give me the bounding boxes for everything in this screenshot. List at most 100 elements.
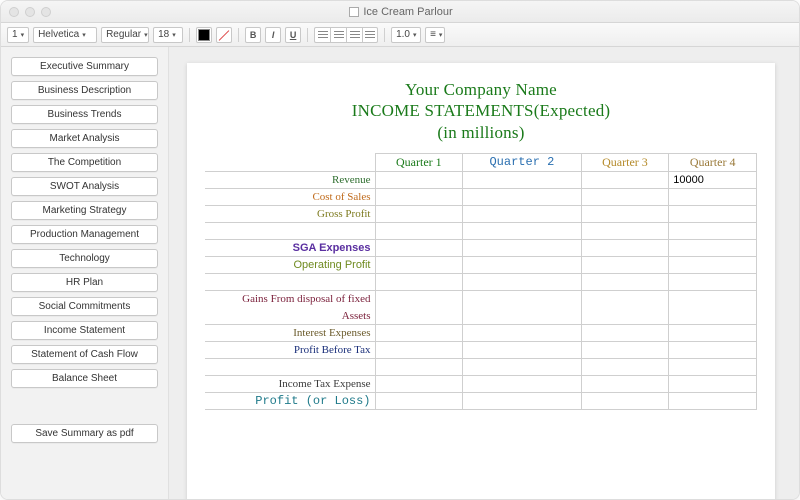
bold-button[interactable]: B (245, 27, 261, 43)
cell-gp-q1[interactable] (375, 205, 463, 222)
col-header-q4[interactable]: Quarter 4 (669, 153, 757, 171)
cell-gain-q1[interactable] (375, 290, 463, 324)
sidebar-item-business-trends[interactable]: Business Trends (11, 105, 158, 124)
cell-sga-q3[interactable] (581, 239, 669, 256)
row-label-cost-of-sales[interactable]: Cost of Sales (205, 188, 375, 205)
cell-pl-q3[interactable] (581, 392, 669, 409)
align-justify-button[interactable] (362, 27, 378, 43)
font-style-select[interactable]: Regular▾ (101, 27, 149, 43)
row-spacer[interactable] (205, 273, 375, 290)
clear-format-button[interactable] (216, 27, 232, 43)
sidebar-item-market-analysis[interactable]: Market Analysis (11, 129, 158, 148)
row-label-income-tax-expense[interactable]: Income Tax Expense (205, 375, 375, 392)
row-label-revenue[interactable]: Revenue (205, 171, 375, 188)
cell-cos-q1[interactable] (375, 188, 463, 205)
cell-pl-q2[interactable] (463, 392, 581, 409)
save-summary-button[interactable]: Save Summary as pdf (11, 424, 158, 443)
sidebar-item-income-statement[interactable]: Income Statement (11, 321, 158, 340)
line-spacing-select[interactable]: 1.0▾ (391, 27, 421, 43)
cell-gain-q2[interactable] (463, 290, 581, 324)
outline-level-select[interactable]: 1▾ (7, 27, 29, 43)
row-label-interest-expenses[interactable]: Interest Expenses (205, 324, 375, 341)
col-header-q1[interactable]: Quarter 1 (375, 153, 463, 171)
cell-ite-q3[interactable] (581, 375, 669, 392)
row-label-sga-expenses[interactable]: SGA Expenses (205, 239, 375, 256)
zoom-icon[interactable] (41, 7, 51, 17)
sidebar-item-business-description[interactable]: Business Description (11, 81, 158, 100)
align-justify-icon (365, 31, 375, 39)
cell-int-q4[interactable] (669, 324, 757, 341)
cell-int-q3[interactable] (581, 324, 669, 341)
cell-pbt-q1[interactable] (375, 341, 463, 358)
slash-icon (217, 28, 231, 42)
align-center-icon (334, 31, 344, 39)
cell-ite-q4[interactable] (669, 375, 757, 392)
section-sidebar: Executive Summary Business Description B… (1, 47, 169, 499)
cell-revenue-q4[interactable]: 10000 (669, 171, 757, 188)
format-toolbar: 1▾ Helvetica▾ Regular▾ 18▾ B I U 1.0▾ ≡▾ (1, 23, 799, 47)
list-icon: ≡ (430, 29, 436, 40)
sidebar-item-marketing-strategy[interactable]: Marketing Strategy (11, 201, 158, 220)
cell-op-q2[interactable] (463, 256, 581, 273)
cell-gp-q3[interactable] (581, 205, 669, 222)
sidebar-item-swot-analysis[interactable]: SWOT Analysis (11, 177, 158, 196)
align-center-button[interactable] (330, 27, 346, 43)
row-label-gross-profit[interactable]: Gross Profit (205, 205, 375, 222)
cell-revenue-q1[interactable] (375, 171, 463, 188)
cell-int-q2[interactable] (463, 324, 581, 341)
cell-pbt-q4[interactable] (669, 341, 757, 358)
align-left-button[interactable] (314, 27, 330, 43)
minimize-icon[interactable] (25, 7, 35, 17)
row-label-profit-or-loss[interactable]: Profit (or Loss) (205, 392, 375, 409)
window-title: Ice Cream Parlour (363, 6, 452, 18)
cell-gp-q4[interactable] (669, 205, 757, 222)
underline-button[interactable]: U (285, 27, 301, 43)
sidebar-item-the-competition[interactable]: The Competition (11, 153, 158, 172)
cell-gp-q2[interactable] (463, 205, 581, 222)
cell-ite-q2[interactable] (463, 375, 581, 392)
sidebar-item-social-commitments[interactable]: Social Commitments (11, 297, 158, 316)
align-right-button[interactable] (346, 27, 362, 43)
text-color-button[interactable] (196, 27, 212, 43)
row-spacer[interactable] (205, 222, 375, 239)
cell-pl-q4[interactable] (669, 392, 757, 409)
list-style-select[interactable]: ≡▾ (425, 27, 445, 43)
cell-revenue-q3[interactable] (581, 171, 669, 188)
sidebar-item-production-management[interactable]: Production Management (11, 225, 158, 244)
cell-cos-q4[interactable] (669, 188, 757, 205)
cell-sga-q1[interactable] (375, 239, 463, 256)
cell-cos-q3[interactable] (581, 188, 669, 205)
cell-sga-q2[interactable] (463, 239, 581, 256)
cell-gain-q4[interactable] (669, 290, 757, 324)
sidebar-item-balance-sheet[interactable]: Balance Sheet (11, 369, 158, 388)
cell-sga-q4[interactable] (669, 239, 757, 256)
cell-op-q3[interactable] (581, 256, 669, 273)
row-spacer[interactable] (205, 358, 375, 375)
cell-pl-q1[interactable] (375, 392, 463, 409)
italic-button[interactable]: I (265, 27, 281, 43)
cell-op-q1[interactable] (375, 256, 463, 273)
font-family-select[interactable]: Helvetica▾ (33, 27, 97, 43)
window-controls (9, 7, 51, 17)
cell-gain-q3[interactable] (581, 290, 669, 324)
cell-int-q1[interactable] (375, 324, 463, 341)
cell-revenue-q2[interactable] (463, 171, 581, 188)
sidebar-item-executive-summary[interactable]: Executive Summary (11, 57, 158, 76)
cell-ite-q1[interactable] (375, 375, 463, 392)
cell-op-q4[interactable] (669, 256, 757, 273)
col-header-q3[interactable]: Quarter 3 (581, 153, 669, 171)
cell-pbt-q2[interactable] (463, 341, 581, 358)
col-header-q2[interactable]: Quarter 2 (463, 153, 581, 171)
row-label-gains-line2[interactable]: Assets (205, 307, 375, 324)
document-area[interactable]: Your Company Name INCOME STATEMENTS(Expe… (169, 47, 799, 499)
close-icon[interactable] (9, 7, 19, 17)
sidebar-item-statement-of-cash-flow[interactable]: Statement of Cash Flow (11, 345, 158, 364)
cell-cos-q2[interactable] (463, 188, 581, 205)
cell-pbt-q3[interactable] (581, 341, 669, 358)
sidebar-item-hr-plan[interactable]: HR Plan (11, 273, 158, 292)
row-label-profit-before-tax[interactable]: Profit Before Tax (205, 341, 375, 358)
row-label-gains-line1[interactable]: Gains From disposal of fixed (205, 290, 375, 307)
row-label-operating-profit[interactable]: Operating Profit (205, 256, 375, 273)
font-size-select[interactable]: 18▾ (153, 27, 183, 43)
sidebar-item-technology[interactable]: Technology (11, 249, 158, 268)
